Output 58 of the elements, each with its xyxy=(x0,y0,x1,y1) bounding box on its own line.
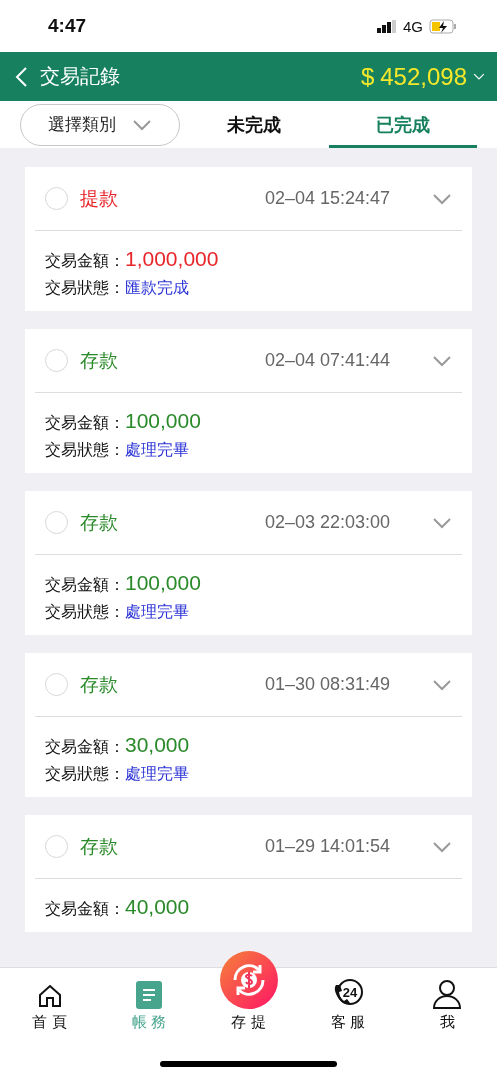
person-icon xyxy=(432,979,463,1009)
radio-button[interactable] xyxy=(45,187,68,210)
transaction-type: 提款 xyxy=(80,185,119,211)
transaction-type: 存款 xyxy=(80,509,119,535)
radio-button[interactable] xyxy=(45,511,68,534)
radio-button[interactable] xyxy=(45,673,68,696)
transaction-time: 02–04 07:41:44 xyxy=(264,350,390,371)
field-label: 交易狀態： xyxy=(45,602,125,623)
field-label: 交易金額： xyxy=(45,575,125,596)
balance-amount: 452,098 xyxy=(380,62,467,91)
nav-tab[interactable]: 存 提 xyxy=(198,944,299,1038)
amount-value: 30,000 xyxy=(125,733,190,757)
category-dropdown[interactable]: 選擇類別 xyxy=(20,103,180,146)
tab[interactable]: 已完成 xyxy=(328,101,477,148)
amount-value: 1,000,000 xyxy=(125,247,219,271)
network-type: 4G xyxy=(403,17,423,35)
nav-tab[interactable]: 我 xyxy=(397,968,497,1038)
amount-value: 100,000 xyxy=(125,571,201,595)
home-icon xyxy=(36,983,63,1009)
transaction-type: 存款 xyxy=(80,347,119,373)
transaction-time: 02–04 15:24:47 xyxy=(264,188,390,209)
field-label: 交易金額： xyxy=(45,413,125,434)
amount-value: 100,000 xyxy=(125,409,201,433)
chevron-down-icon xyxy=(432,516,452,529)
transaction-time: 01–30 08:31:49 xyxy=(264,674,390,695)
status-value: 處理完畢 xyxy=(125,440,189,461)
chevron-down-icon xyxy=(432,840,452,853)
field-label: 交易金額： xyxy=(45,737,125,758)
radio-button[interactable] xyxy=(45,835,68,858)
field-label: 交易狀態： xyxy=(45,764,125,785)
status-value: 處理完畢 xyxy=(125,764,189,785)
battery-charging-icon xyxy=(429,18,457,34)
chevron-down-icon xyxy=(432,354,452,367)
field-label: 交易狀態： xyxy=(45,440,125,461)
chevron-down-icon xyxy=(432,192,452,205)
chevron-down-icon xyxy=(473,72,485,81)
status-time: 4:47 xyxy=(48,15,87,37)
nav-tab[interactable]: 24 客 服 xyxy=(298,968,398,1038)
transaction-time: 01–29 14:01:54 xyxy=(264,836,390,857)
signal-icon xyxy=(377,19,397,33)
page-title: 交易記錄 xyxy=(40,63,121,90)
chevron-down-icon xyxy=(132,118,152,131)
back-icon[interactable] xyxy=(14,65,28,88)
radio-button[interactable] xyxy=(45,349,68,372)
document-icon xyxy=(136,981,163,1009)
field-label: 交易狀態： xyxy=(45,278,125,299)
chevron-down-icon xyxy=(432,678,452,691)
transaction-time: 02–03 22:03:00 xyxy=(264,512,390,533)
transaction-type: 存款 xyxy=(80,671,119,697)
field-label: 交易金額： xyxy=(45,251,125,272)
amount-value: 40,000 xyxy=(125,895,190,919)
currency-symbol: $ xyxy=(360,62,375,91)
status-value: 處理完畢 xyxy=(125,602,189,623)
field-label: 交易金額： xyxy=(45,899,125,920)
transaction-type: 存款 xyxy=(80,833,119,859)
nav-tab[interactable]: 首 頁 xyxy=(0,968,100,1038)
tab[interactable]: 未完成 xyxy=(180,101,329,148)
status-value: 匯款完成 xyxy=(125,278,189,299)
